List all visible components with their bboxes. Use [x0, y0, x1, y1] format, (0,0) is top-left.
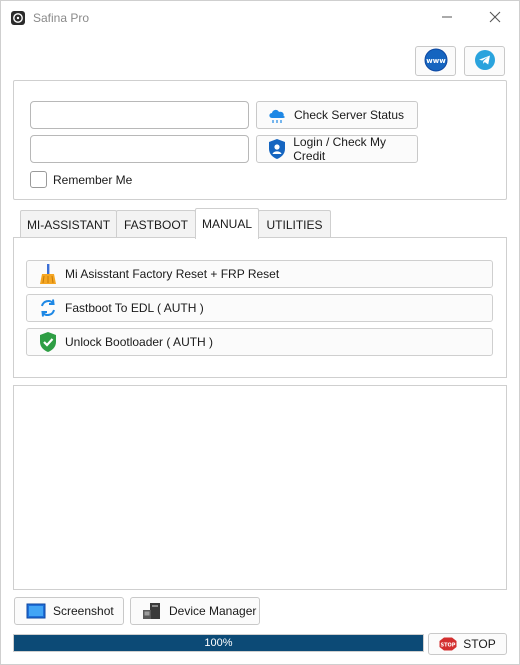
tab-fastboot[interactable]: FASTBOOT	[116, 210, 196, 238]
fastboot-to-edl-button[interactable]: Fastboot To EDL ( AUTH )	[26, 294, 493, 322]
login-check-credit-label: Login / Check My Credit	[293, 135, 386, 163]
shield-check-icon	[37, 331, 59, 353]
tab-mi-assistant[interactable]: MI-ASSISTANT	[20, 210, 117, 238]
screenshot-label: Screenshot	[53, 604, 114, 618]
screenshot-button[interactable]: Screenshot	[14, 597, 124, 625]
check-server-status-label: Check Server Status	[294, 108, 405, 122]
globe-www-icon: www	[424, 48, 448, 75]
unlock-bootloader-button[interactable]: Unlock Bootloader ( AUTH )	[26, 328, 493, 356]
website-button[interactable]: www	[415, 46, 456, 76]
minimize-icon	[441, 11, 453, 26]
factory-reset-frp-label: Mi Asisstant Factory Reset + FRP Reset	[65, 267, 280, 281]
remember-me[interactable]: Remember Me	[30, 171, 132, 188]
fastboot-to-edl-label: Fastboot To EDL ( AUTH )	[65, 301, 204, 315]
stop-label: STOP	[463, 637, 496, 651]
screen-icon	[25, 600, 47, 622]
unlock-bootloader-label: Unlock Bootloader ( AUTH )	[65, 335, 214, 349]
device-manager-button[interactable]: Device Manager	[130, 597, 260, 625]
cloud-icon	[266, 104, 288, 126]
minimize-button[interactable]	[427, 5, 467, 31]
close-button[interactable]	[475, 5, 515, 31]
manual-tab-panel: Mi Asisstant Factory Reset + FRP Reset F…	[13, 237, 507, 378]
login-panel: Check Server Status Login / Check My Cre…	[13, 80, 507, 200]
username-input[interactable]	[30, 101, 249, 129]
tab-utilities[interactable]: UTILITIES	[258, 210, 331, 238]
tab-utilities-label: UTILITIES	[266, 217, 323, 232]
telegram-button[interactable]	[464, 46, 505, 76]
tab-manual-label: MANUAL	[201, 217, 252, 231]
shield-user-icon	[266, 138, 287, 160]
tab-manual[interactable]: MANUAL	[195, 208, 259, 239]
stop-button[interactable]: STOP STOP	[428, 633, 507, 655]
device-manager-icon	[141, 600, 163, 622]
broom-icon	[37, 263, 59, 285]
device-manager-label: Device Manager	[169, 604, 257, 618]
remember-me-label: Remember Me	[53, 172, 133, 187]
stop-sign-icon: STOP	[439, 637, 457, 651]
log-output	[13, 385, 507, 590]
tab-mi-assistant-label: MI-ASSISTANT	[26, 217, 111, 232]
refresh-icon	[37, 297, 59, 319]
check-server-status-button[interactable]: Check Server Status	[256, 101, 418, 129]
safe-icon	[10, 10, 26, 26]
main-window: Safina Pro www Check Server Status Login…	[0, 0, 520, 665]
svg-text:www: www	[426, 57, 446, 65]
remember-me-checkbox[interactable]	[30, 171, 47, 188]
password-input[interactable]	[30, 135, 249, 163]
close-icon	[489, 11, 501, 26]
progress-bar: 100%	[13, 634, 424, 652]
progress-text: 100%	[204, 637, 233, 649]
tab-fastboot-label: FASTBOOT	[123, 217, 188, 232]
svg-text:STOP: STOP	[441, 642, 456, 648]
telegram-icon	[474, 49, 496, 74]
window-title: Safina Pro	[33, 11, 90, 25]
login-check-credit-button[interactable]: Login / Check My Credit	[256, 135, 418, 163]
factory-reset-frp-button[interactable]: Mi Asisstant Factory Reset + FRP Reset	[26, 260, 493, 288]
title-bar: Safina Pro	[1, 1, 519, 35]
